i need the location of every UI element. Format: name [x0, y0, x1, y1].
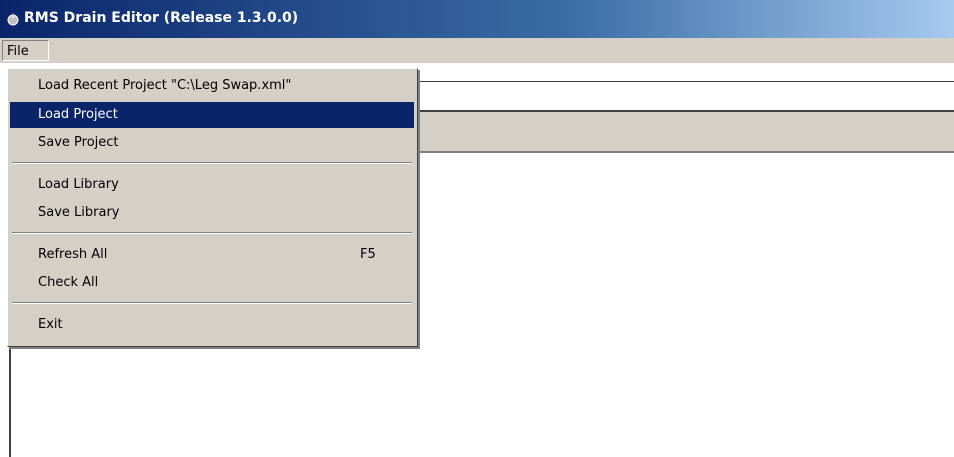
window-title: RMS Drain Editor (Release 1.3.0.0): [24, 10, 299, 26]
menu-file[interactable]: File: [2, 40, 49, 61]
menu-item-check-all[interactable]: Check All: [10, 270, 414, 296]
menu-separator: [12, 232, 412, 234]
menu-item-save-project[interactable]: Save Project: [10, 130, 414, 156]
menu-item-label: Load Recent Project "C:\Leg Swap.xml": [38, 78, 292, 93]
menu-item-label: Exit: [38, 317, 63, 332]
menu-item-load-library[interactable]: Load Library: [10, 172, 414, 198]
menu-item-label: Check All: [38, 275, 99, 290]
menu-bar: File: [0, 38, 954, 63]
title-bar[interactable]: RMS Drain Editor (Release 1.3.0.0): [0, 0, 954, 38]
menu-item-exit[interactable]: Exit: [10, 312, 414, 338]
menu-item-label: Load Library: [38, 177, 119, 192]
menu-item-label: Save Library: [38, 205, 120, 220]
file-menu-dropdown: Load Recent Project "C:\Leg Swap.xml" Lo…: [7, 68, 418, 347]
menu-item-load-recent-project[interactable]: Load Recent Project "C:\Leg Swap.xml": [10, 73, 414, 99]
menu-item-label: Refresh All: [38, 247, 108, 262]
app-icon[interactable]: [6, 12, 20, 26]
menu-item-shortcut: F5: [360, 247, 376, 262]
menu-item-label: Load Project: [38, 107, 118, 122]
menu-item-refresh-all[interactable]: Refresh All F5: [10, 242, 414, 268]
menu-item-load-project[interactable]: Load Project: [10, 102, 414, 128]
menu-item-label: Save Project: [38, 135, 119, 150]
menu-separator: [12, 162, 412, 164]
menu-item-save-library[interactable]: Save Library: [10, 200, 414, 226]
menu-separator: [12, 302, 412, 304]
